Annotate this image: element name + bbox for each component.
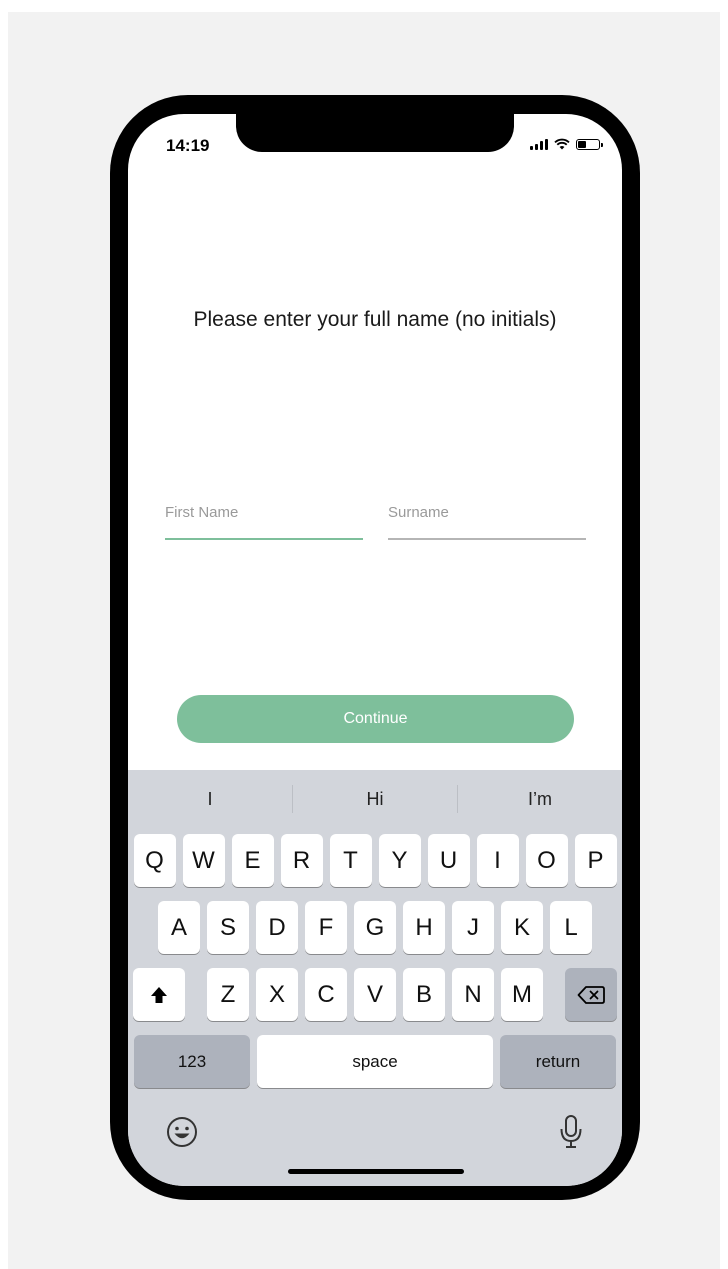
key-w[interactable]: W (182, 834, 225, 887)
page-title: Please enter your full name (no initials… (193, 308, 557, 331)
key-f[interactable]: F (305, 901, 347, 954)
key-o[interactable]: O (525, 834, 568, 887)
notch (236, 114, 514, 152)
battery-icon (576, 138, 603, 150)
surname-input[interactable] (388, 496, 586, 531)
first-name-input[interactable] (165, 496, 363, 531)
wifi-icon (554, 138, 570, 150)
suggestion-item[interactable]: I’m (458, 789, 622, 810)
surname-field[interactable] (388, 496, 586, 540)
first-name-field[interactable] (165, 496, 363, 540)
phone-screen: 14:19 Please enter your full name (no in… (128, 114, 622, 1186)
return-key[interactable]: return (500, 1035, 616, 1088)
key-x[interactable]: X (256, 968, 298, 1021)
suggestion-item[interactable]: Hi (293, 789, 457, 810)
key-v[interactable]: V (354, 968, 396, 1021)
numbers-key[interactable]: 123 (134, 1035, 250, 1088)
shift-key[interactable] (133, 968, 185, 1021)
emoji-icon[interactable] (166, 1116, 198, 1148)
first-name-underline (165, 537, 363, 540)
key-h[interactable]: H (403, 901, 445, 954)
home-indicator[interactable] (288, 1169, 464, 1174)
status-time: 14:19 (166, 136, 210, 155)
key-s[interactable]: S (207, 901, 249, 954)
key-row-1: Q W E R T Y U I O P (128, 834, 622, 887)
keyboard-bottom-bar (128, 1102, 622, 1186)
key-a[interactable]: A (158, 901, 200, 954)
space-key[interactable]: space (257, 1035, 493, 1088)
key-b[interactable]: B (403, 968, 445, 1021)
backspace-icon (577, 985, 605, 1004)
key-u[interactable]: U (427, 834, 470, 887)
key-d[interactable]: D (256, 901, 298, 954)
key-k[interactable]: K (501, 901, 543, 954)
key-row-3: Z X C V B N M (128, 968, 622, 1021)
key-g[interactable]: G (354, 901, 396, 954)
suggestion-bar: I Hi I’m (128, 770, 622, 828)
shift-arrow-icon (151, 986, 167, 1003)
backspace-key[interactable] (565, 968, 617, 1021)
continue-button[interactable]: Continue (177, 695, 574, 743)
key-n[interactable]: N (452, 968, 494, 1021)
key-row-4: 123 space return (128, 1035, 622, 1088)
status-icons (530, 138, 603, 150)
key-row-2: A S D F G H J K L (128, 901, 622, 954)
key-r[interactable]: R (280, 834, 323, 887)
key-z[interactable]: Z (207, 968, 249, 1021)
signal-icon (530, 138, 548, 150)
suggestion-item[interactable]: I (128, 789, 292, 810)
key-p[interactable]: P (574, 834, 617, 887)
key-e[interactable]: E (231, 834, 274, 887)
key-y[interactable]: Y (378, 834, 421, 887)
key-c[interactable]: C (305, 968, 347, 1021)
key-q[interactable]: Q (133, 834, 176, 887)
key-j[interactable]: J (452, 901, 494, 954)
microphone-icon[interactable] (558, 1114, 584, 1150)
surname-underline (388, 538, 586, 540)
keyboard: I Hi I’m Q W E R T Y U I O P A S D F G H… (128, 770, 622, 1186)
key-m[interactable]: M (501, 968, 543, 1021)
key-i[interactable]: I (476, 834, 519, 887)
key-l[interactable]: L (550, 901, 592, 954)
key-t[interactable]: T (329, 834, 372, 887)
